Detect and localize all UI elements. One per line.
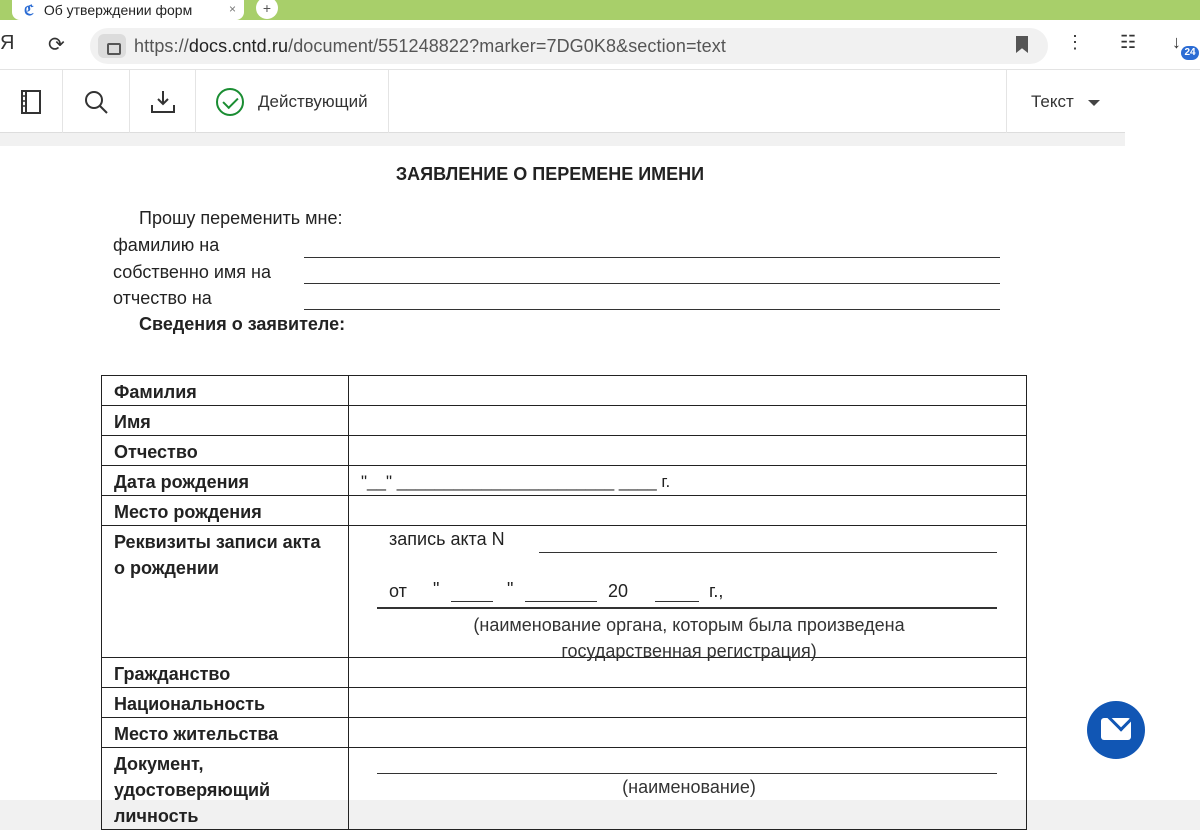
row-value-birth-place — [348, 495, 1027, 526]
document-title: ЗАЯВЛЕНИЕ О ПЕРЕМЕНЕ ИМЕНИ — [395, 164, 705, 184]
act-record-number-line — [539, 552, 997, 553]
downloads-count-badge: 24 — [1181, 46, 1199, 60]
contents-button[interactable] — [0, 70, 63, 133]
document-page: ЗАЯВЛЕНИЕ О ПЕРЕМЕНЕ ИМЕНИ Прошу перемен… — [0, 146, 1125, 830]
address-bar[interactable]: https://docs.cntd.ru/document/551248822?… — [90, 28, 1048, 64]
row-label-id-document: Документ, удостоверяющий личность — [101, 747, 349, 830]
table-row: Имя — [101, 405, 1027, 436]
applicant-heading: Сведения о заявителе: — [139, 314, 346, 334]
document-status: Действующий — [196, 70, 389, 133]
patronymic-change-line — [304, 309, 1000, 310]
document-toolbar: Действующий Текст — [0, 70, 1125, 133]
row-label-nationality: Национальность — [101, 687, 349, 718]
row-label-citizenship: Гражданство — [101, 657, 349, 688]
name-change-line — [304, 283, 1000, 284]
site-favicon-icon: ℭ — [24, 1, 34, 18]
right-gutter — [1125, 70, 1200, 800]
tab-title: Об утверждении форм — [43, 2, 193, 18]
row-label-residence: Место жительства — [101, 717, 349, 748]
status-label: Действующий — [258, 91, 368, 111]
search-icon — [85, 90, 108, 114]
act-from-label: от — [389, 581, 407, 601]
intro-text: Прошу переменить мне: — [139, 208, 343, 228]
act-day-line — [451, 601, 493, 602]
name-change-label: собственно имя на — [113, 262, 271, 282]
table-row: Место рождения — [101, 495, 1027, 526]
row-label-patronymic: Отчество — [101, 435, 349, 466]
act-record-number-label: запись акта N — [389, 529, 505, 549]
table-row: Документ, удостоверяющий личность (наиме… — [101, 747, 1027, 830]
browser-home-icon[interactable]: Я — [0, 32, 14, 55]
table-row: Реквизиты записи акта о рождении запись … — [101, 525, 1027, 661]
reload-icon[interactable]: ⟳ — [48, 32, 65, 57]
row-value-nationality — [348, 687, 1027, 718]
table-row: Национальность — [101, 687, 1027, 718]
row-value-birth-date: "__" _______________________ ____ г. — [348, 465, 1027, 496]
browser-toolbar: Я ⟳ https://docs.cntd.ru/document/551248… — [0, 20, 1200, 70]
table-row: Место жительства — [101, 717, 1027, 748]
row-value-name — [348, 405, 1027, 436]
act-year-suffix: г., — [709, 581, 724, 601]
search-button[interactable] — [63, 70, 130, 133]
surname-change-line — [304, 257, 1000, 258]
browser-tabstrip: ℭ Об утверждении форм × + — [0, 0, 1200, 20]
view-mode-label: Текст — [1031, 91, 1074, 111]
site-security-icon[interactable] — [98, 34, 126, 58]
bookmark-icon[interactable] — [1016, 36, 1028, 53]
surname-change-label: фамилию на — [113, 235, 220, 255]
browser-menu-icon[interactable]: ⋮ — [1066, 32, 1084, 53]
row-value-act-record: запись акта N от " " 20 г., (наименовани… — [348, 525, 1027, 661]
act-authority-note: (наименование органа, которым была произ… — [473, 615, 905, 661]
act-month-line — [525, 601, 597, 602]
feedback-mail-button[interactable] — [1087, 701, 1145, 759]
row-label-birth-date: Дата рождения — [101, 465, 349, 496]
applicant-table: Фамилия Имя Отчество Дата рождения "__" … — [101, 375, 1027, 830]
table-row: Дата рождения "__" _____________________… — [101, 465, 1027, 496]
extensions-icon[interactable]: ☷ — [1120, 32, 1136, 53]
row-label-birth-place: Место рождения — [101, 495, 349, 526]
url-text[interactable]: https://docs.cntd.ru/document/551248822?… — [134, 36, 726, 57]
downloads-icon[interactable]: ↓ — [1172, 32, 1181, 53]
check-circle-icon — [216, 87, 244, 116]
row-label-act-record: Реквизиты записи акта о рождении — [101, 525, 349, 658]
act-year-line — [655, 601, 699, 602]
row-label-surname: Фамилия — [101, 375, 349, 406]
id-document-note: (наименование) — [622, 777, 756, 797]
new-tab-button[interactable]: + — [256, 0, 278, 19]
table-row: Фамилия — [101, 375, 1027, 406]
download-icon — [150, 90, 175, 113]
row-value-id-document: (наименование) — [348, 747, 1027, 830]
id-document-line — [377, 773, 997, 774]
book-icon — [21, 89, 41, 114]
tab-close-icon[interactable]: × — [229, 2, 236, 16]
download-button[interactable] — [130, 70, 196, 133]
act-quote-close: " — [507, 579, 514, 599]
row-value-surname — [348, 375, 1027, 406]
browser-tab-active[interactable]: ℭ Об утверждении форм × — [12, 0, 244, 20]
patronymic-change-label: отчество на — [113, 288, 212, 308]
row-value-residence — [348, 717, 1027, 748]
table-row: Отчество — [101, 435, 1027, 466]
chevron-down-icon — [1087, 99, 1100, 106]
view-mode-dropdown[interactable]: Текст — [1006, 70, 1125, 133]
act-authority-line — [377, 607, 997, 609]
row-label-name: Имя — [101, 405, 349, 436]
act-year-prefix: 20 — [608, 581, 629, 601]
act-quote-open: " — [433, 579, 440, 599]
row-value-patronymic — [348, 435, 1027, 466]
